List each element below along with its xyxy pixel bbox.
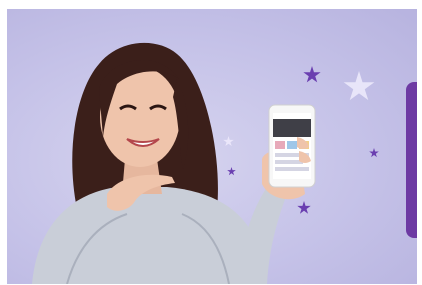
person-illustration xyxy=(32,42,316,284)
purple-side-panel xyxy=(406,82,417,238)
top-border xyxy=(0,0,422,9)
hero-banner xyxy=(7,9,417,284)
